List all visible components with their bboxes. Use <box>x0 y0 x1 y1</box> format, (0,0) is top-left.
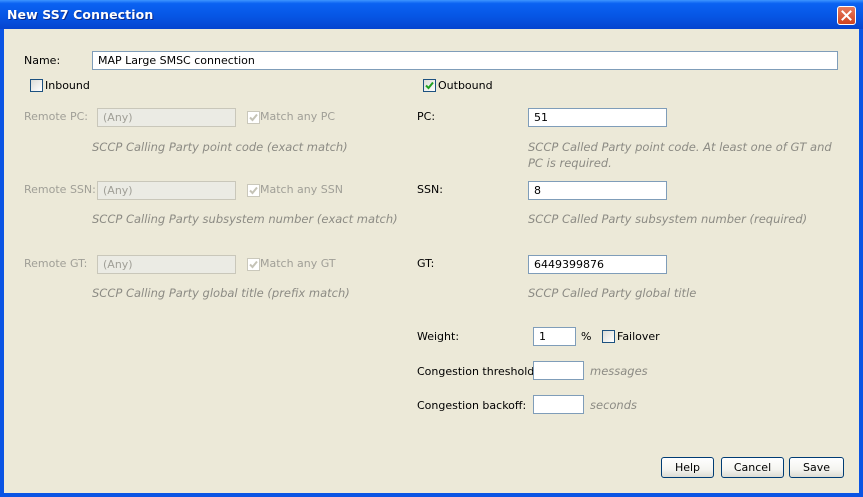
pc-description: SCCP Called Party point code. At least o… <box>528 140 832 170</box>
gt-description: SCCP Called Party global title <box>528 286 697 300</box>
inbound-checkbox[interactable] <box>30 79 43 92</box>
save-button[interactable]: Save <box>789 457 844 478</box>
pc-field[interactable]: 51 <box>528 108 667 127</box>
outbound-checkbox[interactable] <box>423 79 436 92</box>
inbound-label: Inbound <box>45 79 90 92</box>
match-any-gt-checkbox[interactable] <box>247 258 260 271</box>
weight-label: Weight: <box>417 330 460 343</box>
weight-field[interactable]: 1 <box>533 327 576 346</box>
match-any-gt-label: Match any GT <box>260 257 336 270</box>
congestion-backoff-label: Congestion backoff: <box>417 399 527 412</box>
dialog-window: New SS7 Connection Name: MAP Large SMSC … <box>0 0 863 497</box>
remote-pc-description: SCCP Calling Party point code (exact mat… <box>92 140 348 154</box>
ssn-label: SSN: <box>417 183 443 196</box>
dialog-body: Name: MAP Large SMSC connection Inbound … <box>4 29 859 493</box>
name-field[interactable]: MAP Large SMSC connection <box>92 51 838 70</box>
remote-ssn-label: Remote SSN: <box>24 183 96 196</box>
ssn-description: SCCP Called Party subsystem number (requ… <box>528 212 808 226</box>
ssn-field[interactable]: 8 <box>528 181 667 200</box>
congestion-threshold-field[interactable] <box>533 361 584 380</box>
name-label: Name: <box>24 54 61 67</box>
dialog-title: New SS7 Connection <box>7 7 154 22</box>
outbound-label: Outbound <box>438 79 493 92</box>
match-any-pc-label: Match any PC <box>260 110 336 123</box>
title-bar[interactable]: New SS7 Connection <box>0 0 863 29</box>
remote-ssn-description: SCCP Calling Party subsystem number (exa… <box>92 212 398 226</box>
help-button[interactable]: Help <box>661 457 714 478</box>
congestion-threshold-label: Congestion threshold: <box>417 365 538 378</box>
remote-gt-label: Remote GT: <box>24 257 88 270</box>
gt-field[interactable]: 6449399876 <box>528 255 667 274</box>
failover-checkbox[interactable] <box>602 330 615 343</box>
remote-gt-field[interactable]: (Any) <box>97 255 236 274</box>
congestion-backoff-unit: seconds <box>590 398 638 412</box>
remote-ssn-field[interactable]: (Any) <box>97 181 236 200</box>
gt-label: GT: <box>417 257 435 270</box>
cancel-button[interactable]: Cancel <box>721 457 784 478</box>
match-any-ssn-label: Match any SSN <box>260 183 343 196</box>
remote-pc-field[interactable]: (Any) <box>97 108 236 127</box>
match-any-pc-checkbox[interactable] <box>247 111 260 124</box>
congestion-backoff-field[interactable] <box>533 395 584 414</box>
weight-unit: % <box>581 330 592 343</box>
remote-pc-label: Remote PC: <box>24 110 88 123</box>
match-any-ssn-checkbox[interactable] <box>247 184 260 197</box>
failover-label: Failover <box>617 330 660 343</box>
congestion-threshold-unit: messages <box>590 364 648 378</box>
remote-gt-description: SCCP Calling Party global title (prefix … <box>92 286 350 300</box>
close-icon[interactable] <box>837 6 856 25</box>
pc-label: PC: <box>417 110 436 123</box>
